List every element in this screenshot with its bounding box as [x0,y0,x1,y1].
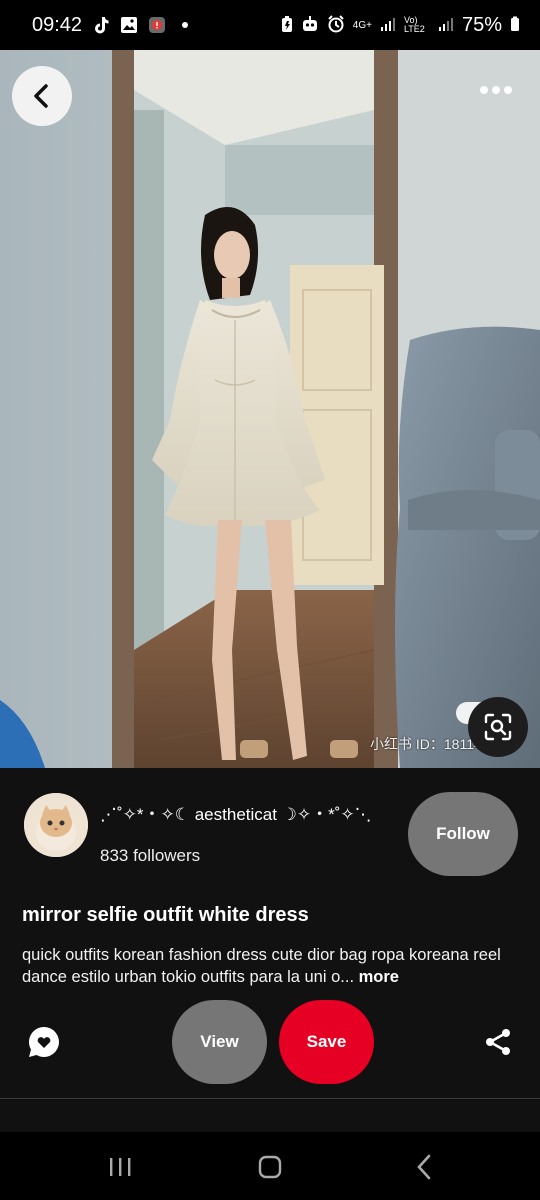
pin-title: mirror selfie outfit white dress [22,904,309,926]
visual-search-button[interactable] [468,697,528,757]
status-bar: 09:42 4G+ Vo) LTE2 75% [0,0,540,50]
pin-image[interactable] [0,50,540,768]
share-button[interactable] [482,1026,514,1058]
comment-icon [28,1027,59,1057]
more-link[interactable]: more [359,968,399,986]
follow-button[interactable]: Follow [408,792,518,876]
share-icon [486,1029,510,1055]
pin-details-panel: ⋰˚✧*・✧☾ aestheticat ☽✧・*˚✧⋱ 833 follower… [0,768,540,1132]
visual-search-icon [484,713,512,741]
back-arrow-icon [34,84,48,108]
more-options-icon[interactable] [476,80,516,100]
view-button[interactable]: View [172,1000,267,1084]
back-button[interactable] [12,66,72,126]
gallery-icon [120,16,138,34]
signal-icon [438,16,454,35]
divider [0,1098,540,1099]
username[interactable]: ⋰˚✧*・✧☾ aestheticat ☽✧・*˚✧⋱ [100,800,372,825]
signal-icon [380,16,396,35]
battery-percent: 75% [461,13,502,36]
battery-icon [510,16,520,35]
system-navigation-bar [0,1132,540,1200]
pin-description: quick outfits korean fashion dress cute … [22,944,522,988]
battery-saver-icon [281,15,293,36]
robot-icon [301,15,319,36]
home-icon [258,1155,282,1179]
pin-description-text: quick outfits korean fashion dress cute … [22,946,501,986]
network-4g: 4G+ [352,19,372,31]
recent-apps-icon [110,1158,131,1176]
notification-badge-icon [148,16,166,34]
system-back-button[interactable] [394,1150,454,1184]
status-time: 09:42 [32,13,83,36]
system-back-icon [417,1154,431,1180]
alarm-icon [327,14,345,36]
recent-apps-button[interactable] [90,1150,150,1184]
home-button[interactable] [240,1150,300,1184]
dot-icon [176,16,194,34]
tiktok-icon [92,16,110,34]
follower-count: 833 followers [100,846,201,865]
network-volte: Vo) LTE2 [403,15,425,34]
save-button[interactable]: Save [279,1000,374,1084]
avatar[interactable] [24,793,88,857]
comment-button[interactable] [26,1024,62,1060]
